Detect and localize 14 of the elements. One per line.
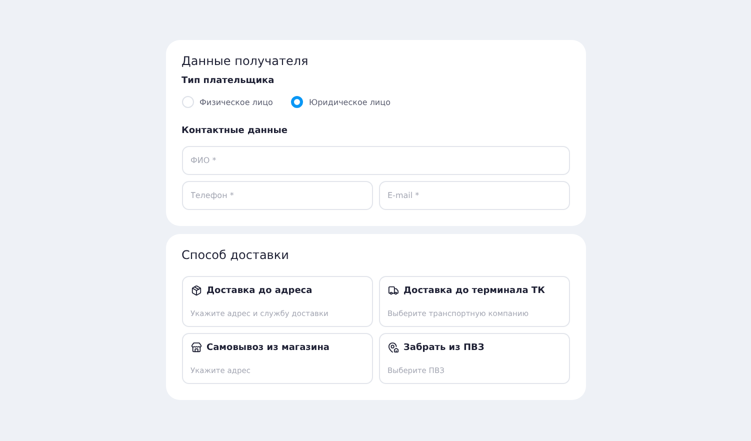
contacts-label: Контактные данные [182, 126, 288, 136]
truck-icon [388, 285, 398, 296]
radio-label[interactable]: Физическое лицо [200, 98, 273, 106]
radio-button[interactable] [290, 96, 303, 108]
input-field[interactable]: E-mail * [378, 181, 570, 210]
payer-type-label: Тип плательщика [182, 76, 276, 86]
location-pin-icon [388, 342, 398, 353]
box-icon [190, 285, 202, 296]
input-field[interactable]: ФИО * [182, 146, 570, 175]
input-field[interactable]: Телефон * [182, 181, 372, 210]
radio-label[interactable]: Юридическое лицо [308, 98, 390, 106]
section-title: Данные получателя [182, 54, 310, 68]
store-icon [190, 342, 202, 353]
section-title: Способ доставки [182, 248, 290, 262]
